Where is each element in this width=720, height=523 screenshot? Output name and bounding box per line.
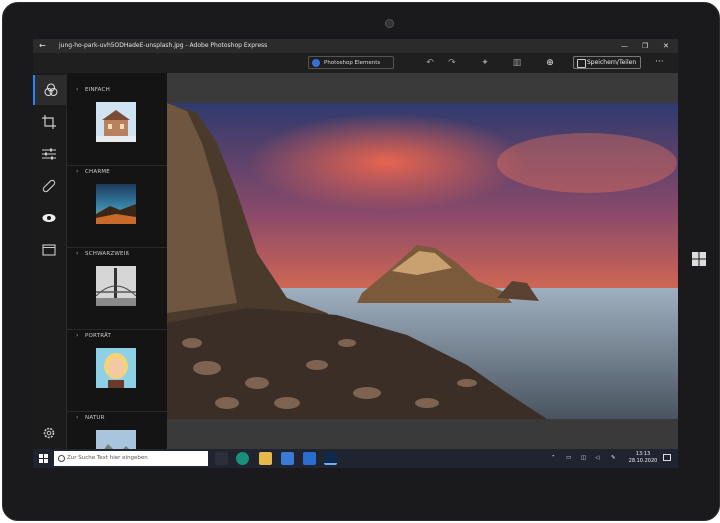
rail-settings[interactable]	[33, 418, 66, 448]
rail-borders[interactable]	[33, 235, 66, 265]
search-icon	[58, 455, 65, 462]
toolbar: Photoshop Elements testen ↶ ↷ ✦ ▥ ⊕ Spei…	[33, 53, 678, 79]
preset-thumbnail[interactable]	[96, 430, 136, 449]
rail-looks[interactable]	[33, 75, 66, 105]
clock-date: 28.10.2020	[628, 458, 658, 464]
preset-group-charme[interactable]: › CHARME	[67, 165, 168, 248]
photoshop-express-icon[interactable]	[324, 452, 337, 465]
preset-group-portraet[interactable]: › PORTRÄT	[67, 329, 168, 412]
chevron-right-icon: ›	[76, 250, 79, 257]
preset-thumbnail[interactable]	[96, 102, 136, 142]
window-title: jung-ho-park-uvh5ODHadeE-unsplash.jpg - …	[59, 42, 268, 49]
volume-icon[interactable]: ◁	[595, 449, 599, 468]
search-placeholder: Zur Suche Text hier eingeben	[67, 455, 148, 461]
preset-label: PORTRÄT	[85, 333, 112, 339]
notifications-icon[interactable]	[663, 454, 671, 461]
title-bar: ← jung-ho-park-uvh5ODHadeE-unsplash.jpg …	[33, 39, 678, 53]
borders-icon	[42, 244, 56, 256]
network-icon[interactable]: ◫	[581, 449, 586, 468]
mail-icon[interactable]	[303, 452, 316, 465]
save-share-label: Speichern/Teilen	[587, 59, 637, 66]
preset-label: NATUR	[85, 415, 105, 421]
redo-icon[interactable]: ↷	[445, 56, 459, 70]
undo-icon[interactable]: ↶	[423, 56, 437, 70]
preset-thumbnail[interactable]	[96, 266, 136, 306]
rail-eye[interactable]	[33, 203, 66, 233]
pen-icon[interactable]: ✎	[611, 449, 616, 468]
clock-time: 13:13	[635, 451, 651, 457]
eye-icon	[42, 214, 56, 222]
taskbar-search[interactable]: Zur Suche Text hier eingeben	[54, 451, 208, 466]
battery-icon[interactable]: ▭	[566, 449, 571, 468]
taskbar-clock[interactable]: 13:13 28.10.2020	[626, 451, 660, 465]
file-explorer-icon[interactable]	[259, 452, 272, 465]
maximize-button[interactable]: ❐	[642, 39, 648, 53]
camera-icon	[385, 19, 394, 28]
windows-home-icon[interactable]	[692, 252, 706, 266]
heal-icon	[42, 179, 56, 193]
preset-label: EINFACH	[85, 87, 110, 93]
share-icon	[577, 59, 586, 68]
preset-group-natur[interactable]: › NATUR	[67, 411, 168, 449]
app-screen: ← jung-ho-park-uvh5ODHadeE-unsplash.jpg …	[33, 39, 678, 468]
chevron-right-icon: ›	[76, 414, 79, 421]
crop-icon	[42, 115, 56, 129]
back-button[interactable]: ←	[39, 39, 46, 53]
windows-taskbar: Zur Suche Text hier eingeben ⌃ ▭ ◫ ◁ ✎ 1…	[33, 449, 678, 468]
preset-label: CHARME	[85, 169, 110, 175]
rail-heal[interactable]	[33, 171, 66, 201]
chevron-right-icon: ›	[76, 86, 79, 93]
more-options-button[interactable]: ···	[655, 56, 664, 68]
zoom-icon[interactable]: ⊕	[543, 56, 557, 70]
auto-fix-icon[interactable]: ✦	[478, 56, 492, 70]
rail-adjustments[interactable]	[33, 139, 66, 169]
tool-rail	[33, 73, 66, 449]
try-elements-button[interactable]: Photoshop Elements testen	[308, 56, 394, 79]
compare-icon[interactable]: ▥	[510, 56, 524, 70]
chevron-up-icon[interactable]: ⌃	[551, 449, 556, 468]
presets-panel: › EINFACH › CHARME › SCHWARZWEIß › PORTR…	[66, 73, 168, 449]
rail-crop[interactable]	[33, 107, 66, 137]
canvas-area[interactable]	[167, 73, 678, 449]
preset-group-einfach[interactable]: › EINFACH	[67, 83, 168, 166]
preset-label: SCHWARZWEIß	[85, 251, 130, 257]
chevron-right-icon: ›	[76, 332, 79, 339]
edge-icon[interactable]	[236, 452, 249, 465]
preset-thumbnail[interactable]	[96, 348, 136, 388]
adjustments-icon	[42, 148, 56, 160]
preset-thumbnail[interactable]	[96, 184, 136, 224]
save-share-button[interactable]: Speichern/Teilen	[573, 56, 641, 69]
looks-icon	[44, 83, 58, 96]
store-icon[interactable]	[281, 452, 294, 465]
windows-start-icon[interactable]	[39, 454, 48, 463]
task-view-icon[interactable]	[215, 452, 228, 465]
preset-group-schwarzweiss[interactable]: › SCHWARZWEIß	[67, 247, 168, 330]
edited-photo[interactable]	[167, 103, 678, 419]
chevron-right-icon: ›	[76, 168, 79, 175]
settings-icon	[43, 427, 55, 439]
photoshop-elements-icon	[312, 59, 320, 67]
minimize-button[interactable]: —	[621, 39, 628, 53]
close-button[interactable]: ✕	[663, 39, 669, 53]
